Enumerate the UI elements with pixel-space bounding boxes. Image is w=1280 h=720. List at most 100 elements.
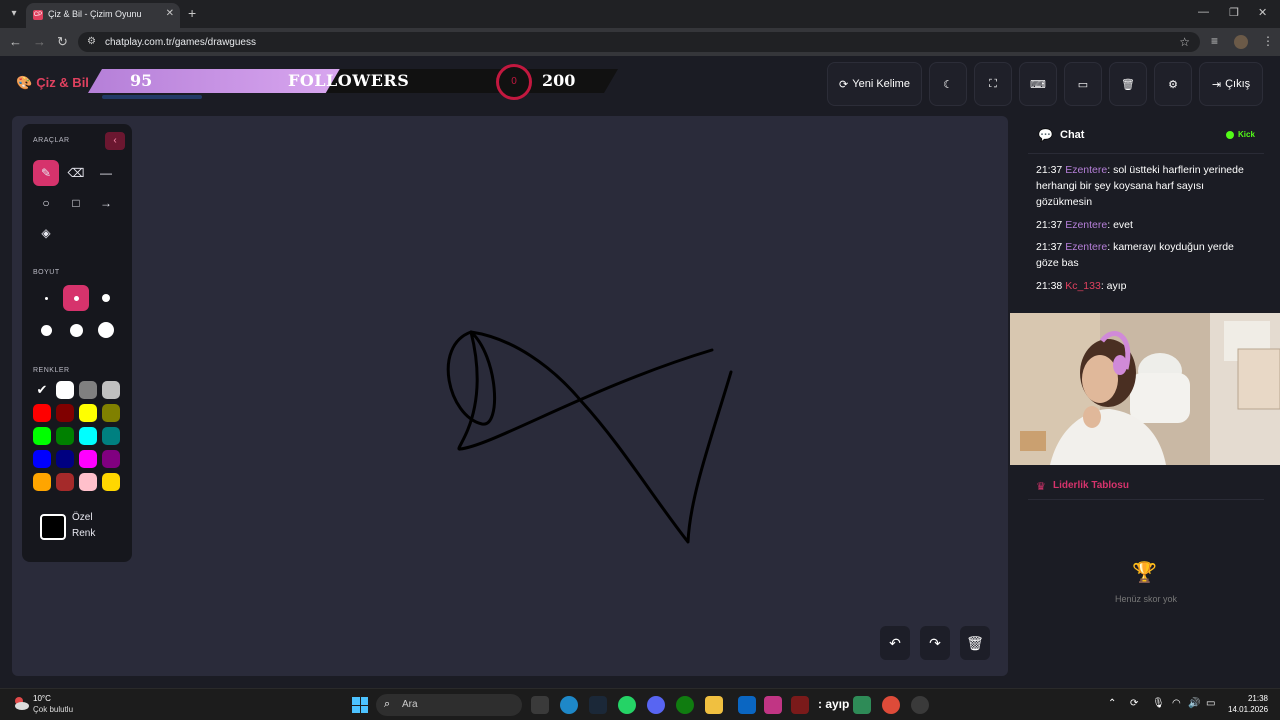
archive-button[interactable]: ▭ [1064, 62, 1102, 106]
size-option-3[interactable] [93, 285, 119, 311]
color-swatch[interactable]: ✔ [33, 381, 51, 399]
color-swatch[interactable] [79, 381, 97, 399]
whatsapp-icon[interactable] [618, 696, 636, 714]
message-time: 21:37 [1036, 219, 1063, 231]
app-icon[interactable] [791, 696, 809, 714]
color-swatch[interactable] [33, 450, 51, 468]
edge-icon[interactable] [560, 696, 578, 714]
refresh-icon: ⟳ [839, 78, 849, 91]
delete-button[interactable]: 🗑 [1109, 62, 1147, 106]
color-swatch[interactable] [56, 450, 74, 468]
circle-tool[interactable]: ○ [33, 190, 59, 216]
site-info-icon[interactable]: ⚙ [87, 36, 96, 47]
instagram-icon[interactable] [764, 696, 782, 714]
message-user[interactable]: Kc_133 [1065, 280, 1101, 292]
close-tab-icon[interactable]: ✕ [166, 8, 174, 19]
profile-avatar-icon[interactable] [1234, 35, 1248, 49]
exit-button[interactable]: ⇥ Çıkış [1199, 62, 1263, 106]
color-swatch[interactable] [102, 427, 120, 445]
message-user[interactable]: Ezentere [1065, 164, 1107, 176]
color-swatch[interactable] [33, 473, 51, 491]
size-option-6[interactable] [93, 317, 119, 343]
followers-count: 95 [130, 71, 153, 90]
xbox-icon[interactable] [676, 696, 694, 714]
tray-app-icon[interactable]: ⟳ [1130, 698, 1138, 709]
maximize-icon[interactable]: ❐ [1229, 6, 1239, 19]
weather-icon[interactable] [12, 694, 30, 712]
size-option-2[interactable] [63, 285, 89, 311]
fill-tool[interactable]: ◈ [33, 220, 59, 246]
color-swatch[interactable] [102, 450, 120, 468]
color-swatch[interactable] [56, 404, 74, 422]
line-tool[interactable]: — [93, 160, 119, 186]
leaderboard-title: Liderlik Tablosu [1053, 480, 1129, 491]
message-user[interactable]: Ezentere [1065, 241, 1107, 253]
brush-tool[interactable]: ✎ [33, 160, 59, 186]
rectangle-tool[interactable]: □ [63, 190, 89, 216]
settings-button[interactable]: ⚙ [1154, 62, 1192, 106]
bookmark-star-icon[interactable]: ☆ [1179, 35, 1190, 49]
task-view-icon[interactable] [531, 696, 549, 714]
brand-title: Çiz & Bil [36, 75, 89, 90]
color-swatch[interactable] [79, 473, 97, 491]
webcam-overlay [1010, 313, 1280, 465]
eraser-tool[interactable]: ⌫ [63, 160, 89, 186]
fullscreen-button[interactable]: ⛶ [974, 62, 1012, 106]
file-explorer-icon[interactable] [705, 696, 723, 714]
theme-toggle-button[interactable]: ☾ [929, 62, 967, 106]
taskbar-search[interactable]: ⌕ Ara [376, 694, 522, 716]
steam-icon[interactable] [589, 696, 607, 714]
color-swatch[interactable] [102, 473, 120, 491]
volume-icon[interactable]: 🔊 [1188, 698, 1200, 709]
new-word-button[interactable]: ⟳ Yeni Kelime [827, 62, 922, 106]
color-swatch[interactable] [79, 450, 97, 468]
color-swatch[interactable] [33, 404, 51, 422]
browser-tab[interactable]: CP Çiz & Bil - Çizim Oyunu ✕ [26, 3, 180, 28]
color-swatch[interactable] [102, 404, 120, 422]
forward-icon[interactable]: → [33, 34, 46, 49]
menu-icon[interactable]: ⋮ [1262, 34, 1274, 48]
redo-button[interactable]: ↷ [920, 626, 950, 660]
new-tab-icon[interactable]: + [188, 5, 196, 21]
message-user[interactable]: Ezentere [1065, 219, 1107, 231]
undo-button[interactable]: ↶ [880, 626, 910, 660]
brand[interactable]: 🎨 Çiz & Bil [16, 75, 89, 91]
close-window-icon[interactable]: ✕ [1258, 6, 1267, 19]
battery-icon[interactable]: ▭ [1206, 698, 1215, 709]
color-swatch[interactable] [56, 381, 74, 399]
keyboard-button[interactable]: ⌨ [1019, 62, 1057, 106]
chat-message: 21:37 Ezentere: sol üstteki harflerin ye… [1036, 162, 1258, 210]
reading-list-icon[interactable]: ≡ [1211, 34, 1218, 48]
size-option-5[interactable] [63, 317, 89, 343]
obs-icon[interactable] [911, 696, 929, 714]
stream-overlay-text: : ayıp [818, 697, 850, 711]
color-swatch[interactable] [79, 427, 97, 445]
app-icon[interactable] [738, 696, 756, 714]
app-icon[interactable] [853, 696, 871, 714]
size-option-4[interactable] [33, 317, 59, 343]
color-swatch[interactable] [33, 427, 51, 445]
collapse-panel-button[interactable]: ‹ [105, 132, 125, 150]
start-button[interactable] [352, 697, 368, 713]
color-swatch[interactable] [79, 404, 97, 422]
message-time: 21:38 [1036, 280, 1063, 292]
back-icon[interactable]: ← [9, 34, 22, 49]
url-field[interactable]: ⚙ chatplay.com.tr/games/drawguess ☆ [78, 32, 1200, 52]
tray-chevron-icon[interactable]: ⌃ [1108, 698, 1116, 709]
clear-canvas-button[interactable]: 🗑 [960, 626, 990, 660]
color-swatch[interactable] [56, 473, 74, 491]
custom-color-button[interactable] [40, 514, 66, 540]
wifi-icon[interactable]: ◠ [1172, 698, 1181, 709]
reload-icon[interactable]: ↻ [57, 34, 68, 50]
color-swatch[interactable] [102, 381, 120, 399]
colors-section-label: RENKLER [33, 367, 70, 374]
arrow-tool[interactable]: → [93, 190, 119, 216]
minimize-icon[interactable]: — [1198, 6, 1209, 18]
color-swatch[interactable] [56, 427, 74, 445]
microphone-icon[interactable]: 🎙 [1152, 698, 1165, 709]
tab-search-icon[interactable]: ▾ [6, 6, 22, 22]
chrome-icon[interactable] [882, 696, 900, 714]
drawing-canvas[interactable] [12, 116, 1008, 676]
size-option-1[interactable] [33, 285, 59, 311]
discord-icon[interactable] [647, 696, 665, 714]
